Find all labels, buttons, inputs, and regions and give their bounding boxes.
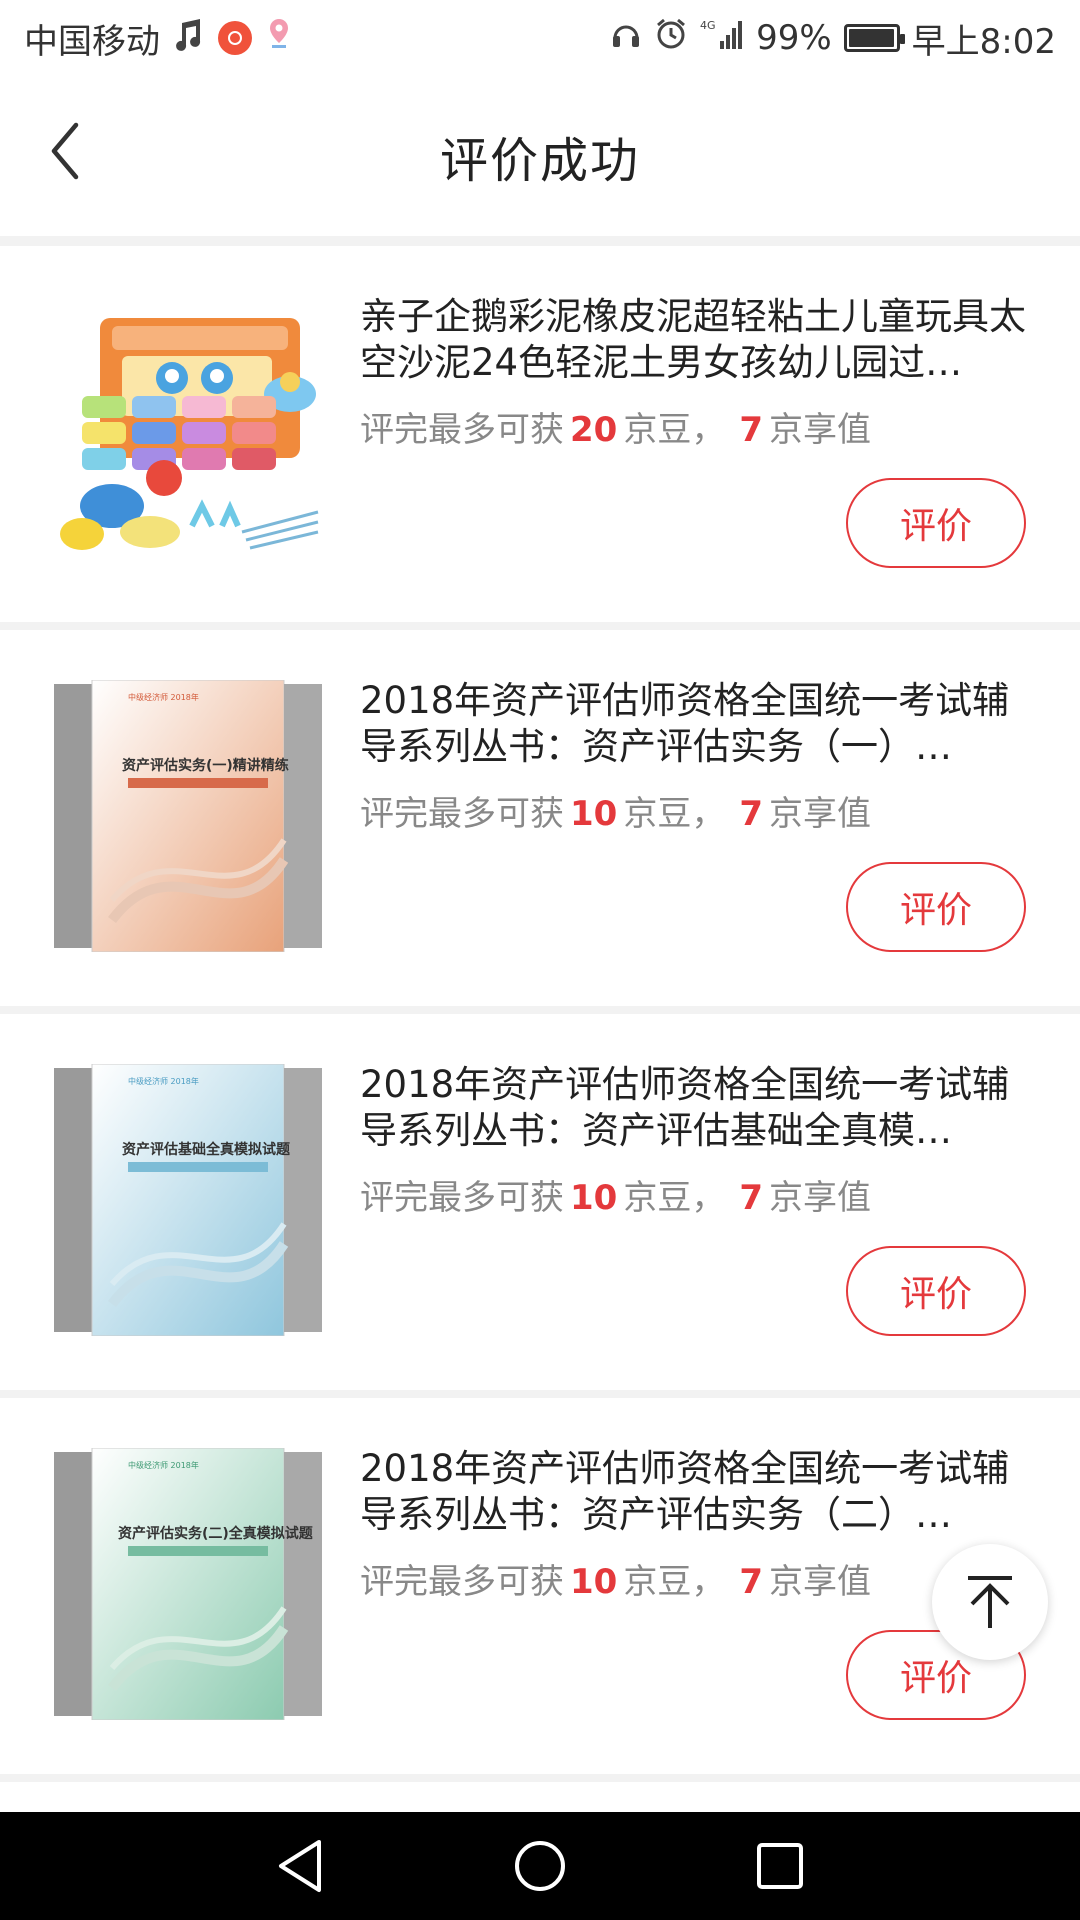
product-title[interactable]: 2018年资产评估师资格全国统一考试辅导系列丛书：资产评估实务（一）… [360, 678, 1040, 770]
value-count: 7 [739, 410, 763, 450]
book-cover-title: 资产评估实务(一)精讲精练 [122, 757, 289, 774]
book-cover-title: 资产评估实务(二)全真模拟试题 [118, 1525, 314, 1542]
beans-count: 10 [570, 1562, 618, 1602]
status-right: 4G 99% 早上8:02 [610, 14, 1056, 63]
book-cover-image: 中级经济师 2018年 资产评估实务(二)全真模拟试题 [54, 1448, 322, 1720]
screen: 中国移动 4G 99% 早上8:02 评价成功 亲子企鹅彩泥橡皮泥超轻粘土儿童玩… [0, 0, 1080, 1920]
carrier-label: 中国移动 [24, 21, 160, 62]
reward-prefix: 评完最多可获 [360, 1562, 564, 1602]
product-title[interactable]: 2018年资产评估师资格全国统一考试辅导系列丛书：资产评估基础全真模… [360, 1062, 1040, 1154]
back-to-top-button[interactable] [932, 1544, 1048, 1660]
reward-prefix: 评完最多可获 [360, 410, 564, 450]
status-bar: 中国移动 4G 99% 早上8:02 [0, 0, 1080, 76]
book-cover-image: 中级经济师 2018年 资产评估基础全真模拟试题 [54, 1064, 322, 1336]
nav-recent-button[interactable] [740, 1826, 820, 1906]
value-count: 7 [739, 1562, 763, 1602]
signal-icon: 4G [700, 17, 744, 60]
book-cover-title: 资产评估基础全真模拟试题 [122, 1141, 291, 1158]
nav-home-button[interactable] [500, 1826, 580, 1906]
list-item: 中级经济师 2018年 资产评估基础全真模拟试题 2018年资产评估师资格全国统… [0, 1014, 1080, 1390]
svg-text:中级经济师 2018年: 中级经济师 2018年 [128, 1076, 199, 1086]
value-unit: 京享值 [769, 794, 871, 834]
product-thumbnail[interactable]: 中级经济师 2018年 资产评估实务(二)全真模拟试题 [52, 1448, 324, 1720]
product-thumbnail[interactable]: 中级经济师 2018年 资产评估基础全真模拟试题 [52, 1064, 324, 1336]
beans-count: 10 [570, 1178, 618, 1218]
headphones-icon [610, 18, 642, 59]
back-button[interactable] [36, 116, 96, 186]
app-notification-icon [218, 21, 252, 55]
battery-percent: 99% [756, 18, 832, 58]
value-unit: 京享值 [769, 1178, 871, 1218]
evaluate-button[interactable]: 评价 [846, 478, 1026, 568]
clock: 早上8:02 [911, 21, 1056, 62]
beans-count: 10 [570, 794, 618, 834]
battery-fill [848, 29, 895, 47]
list-item: 中级经济师 2018年 资产评估实务(二)全真模拟试题 2018年资产评估师资格… [0, 1398, 1080, 1774]
circle-home-icon [515, 1841, 565, 1891]
book-cover-image: 中级经济师 2018年 资产评估实务(一)精讲精练 [54, 680, 322, 952]
nav-back-button[interactable] [260, 1826, 340, 1906]
beans-unit: 京豆， [623, 1562, 726, 1602]
location-pin-icon [266, 17, 292, 60]
product-title[interactable]: 2018年资产评估师资格全国统一考试辅导系列丛书：资产评估实务（二）… [360, 1446, 1040, 1538]
product-thumbnail[interactable]: 中级经济师 2018年 资产评估实务(一)精讲精练 [52, 680, 324, 952]
beans-unit: 京豆， [623, 410, 726, 450]
product-thumbnail[interactable] [52, 296, 324, 568]
alarm-icon [654, 17, 688, 60]
reward-text: 评完最多可获 10 京豆， 7 京享值 [360, 786, 871, 835]
list-item: 中级经济师 2018年 资产评估实务(一)精讲精练 2018年资产评估师资格全国… [0, 630, 1080, 1006]
music-icon [174, 17, 204, 60]
header: 评价成功 [0, 76, 1080, 236]
status-left: 中国移动 [24, 14, 292, 63]
svg-text:中级经济师 2018年: 中级经济师 2018年 [128, 1460, 199, 1470]
svg-text:中级经济师 2018年: 中级经济师 2018年 [128, 692, 199, 702]
value-unit: 京享值 [769, 410, 871, 450]
value-count: 7 [739, 1178, 763, 1218]
arrow-up-to-line-icon [968, 1576, 1012, 1628]
value-count: 7 [739, 794, 763, 834]
value-unit: 京享值 [769, 1562, 871, 1602]
reward-prefix: 评完最多可获 [360, 1178, 564, 1218]
system-nav-bar [0, 1812, 1080, 1920]
reward-text: 评完最多可获 10 京豆， 7 京享值 [360, 1170, 871, 1219]
triangle-back-icon [279, 1840, 321, 1892]
network-type-label: 4G [700, 19, 716, 32]
beans-count: 20 [570, 410, 618, 450]
reward-text: 评完最多可获 20 京豆， 7 京享值 [360, 402, 871, 451]
battery-icon [843, 24, 905, 52]
beans-unit: 京豆， [623, 1178, 726, 1218]
review-item-list: 亲子企鹅彩泥橡皮泥超轻粘土儿童玩具太空沙泥24色轻泥土男女孩幼儿园过… 评完最多… [0, 246, 1080, 1850]
reward-text: 评完最多可获 10 京豆， 7 京享值 [360, 1554, 871, 1603]
list-item: 亲子企鹅彩泥橡皮泥超轻粘土儿童玩具太空沙泥24色轻泥土男女孩幼儿园过… 评完最多… [0, 246, 1080, 622]
chevron-left-icon [51, 122, 79, 180]
evaluate-button[interactable]: 评价 [846, 1246, 1026, 1336]
square-recent-icon [757, 1843, 803, 1889]
beans-unit: 京豆， [623, 794, 726, 834]
clay-toy-image [60, 318, 319, 550]
product-title[interactable]: 亲子企鹅彩泥橡皮泥超轻粘土儿童玩具太空沙泥24色轻泥土男女孩幼儿园过… [360, 294, 1040, 386]
reward-prefix: 评完最多可获 [360, 794, 564, 834]
page-title: 评价成功 [439, 133, 640, 189]
evaluate-button[interactable]: 评价 [846, 862, 1026, 952]
